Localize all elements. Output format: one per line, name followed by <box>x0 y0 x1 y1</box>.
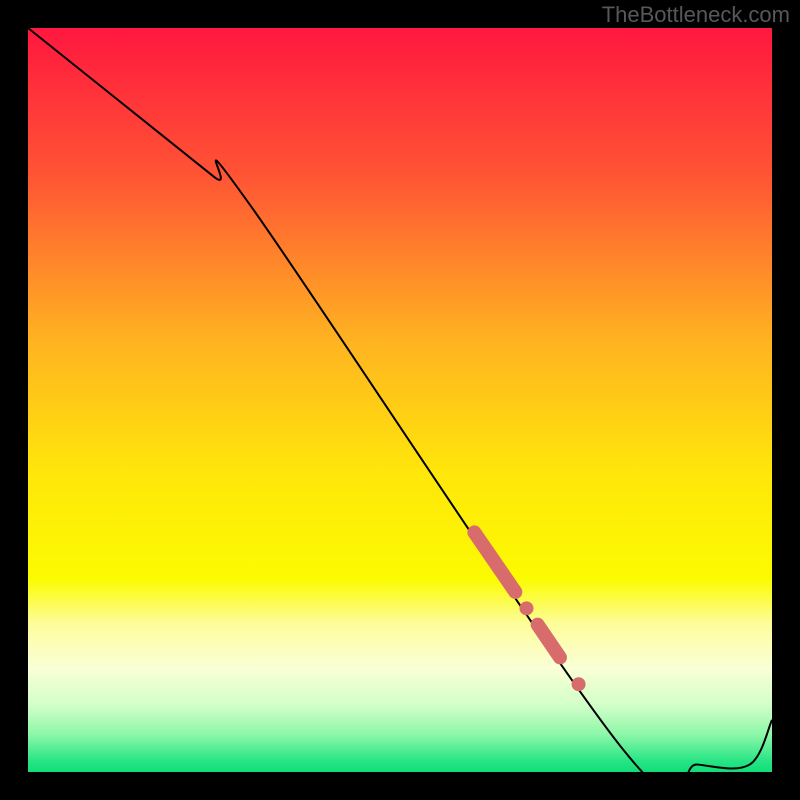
chart-svg <box>28 28 772 772</box>
marker-point <box>519 601 533 615</box>
marker-point <box>572 677 586 691</box>
gradient-background <box>28 28 772 772</box>
chart-frame: TheBottleneck.com <box>0 0 800 800</box>
plot-area <box>28 28 772 772</box>
watermark-label: TheBottleneck.com <box>602 2 790 28</box>
